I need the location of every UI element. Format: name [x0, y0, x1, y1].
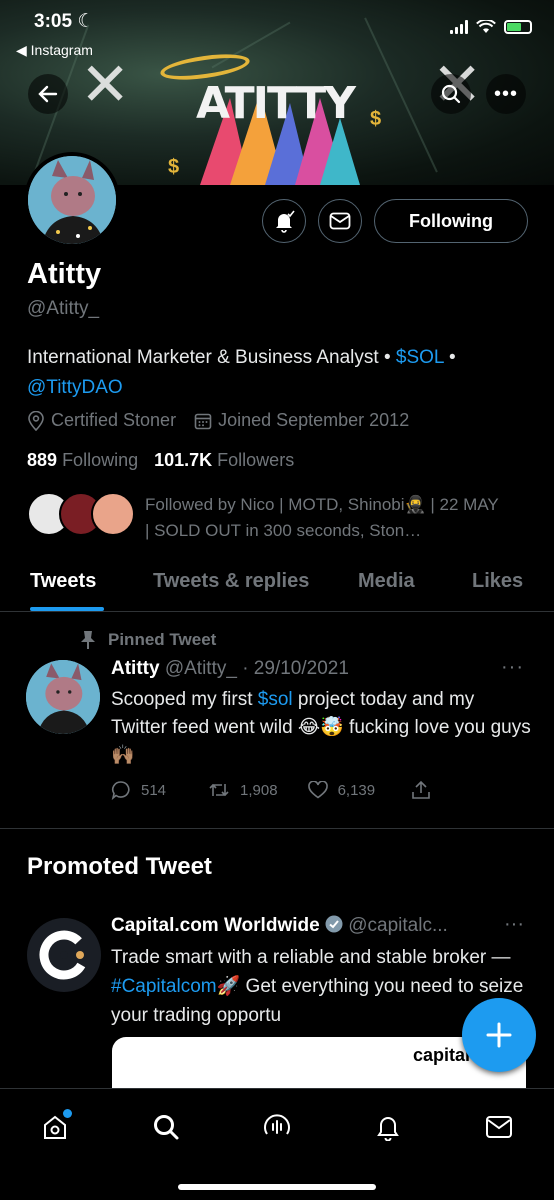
battery-icon	[504, 20, 532, 34]
system-icons	[450, 20, 532, 34]
status-bar: 3:05 ☾ ◀ Instagram	[0, 0, 554, 58]
search-icon	[441, 84, 461, 104]
like-button[interactable]: 6,139	[307, 780, 375, 800]
tab-tweets[interactable]: Tweets	[30, 570, 96, 593]
reply-icon	[111, 781, 130, 800]
following-button[interactable]: Following	[374, 199, 528, 243]
capital-logo-icon	[39, 930, 89, 980]
pin-icon	[81, 631, 95, 649]
tweet-more-button[interactable]: ···	[501, 656, 524, 679]
joined-item: Joined September 2012	[194, 410, 409, 431]
banner-dollar-sign: $	[168, 156, 180, 178]
tab-tweets-replies[interactable]: Tweets & replies	[153, 570, 309, 593]
arrow-left-icon	[38, 85, 58, 103]
plus-icon	[486, 1022, 512, 1048]
profile-avatar[interactable]	[24, 152, 120, 248]
followed-by-text[interactable]: Followed by Nico | MOTD, Shinobi🥷 | 22 M…	[145, 492, 505, 544]
bio-text: International Marketer & Business Analys…	[27, 347, 396, 368]
verified-badge-icon	[325, 915, 343, 933]
message-button[interactable]	[318, 199, 363, 243]
back-to-app-link[interactable]: ◀ Instagram	[16, 42, 93, 59]
compose-tweet-button[interactable]	[462, 998, 536, 1072]
promoted-more-button[interactable]: ···	[504, 913, 524, 936]
signal-icon	[450, 20, 468, 34]
joined-text: Joined September 2012	[218, 410, 410, 430]
retweet-icon	[209, 783, 229, 797]
back-button[interactable]	[28, 74, 68, 114]
search-icon	[154, 1115, 179, 1140]
nav-notifications[interactable]	[370, 1109, 406, 1145]
banner-art: ATITTY	[180, 58, 370, 185]
tab-media[interactable]: Media	[358, 570, 415, 593]
tweet-author-name[interactable]: Atitty	[111, 658, 160, 679]
tweet-body[interactable]: Scooped my first $sol project today and …	[111, 686, 531, 770]
bio-separator: •	[443, 347, 456, 368]
more-button[interactable]: •••	[486, 74, 526, 114]
reply-button[interactable]: 514	[111, 780, 166, 800]
nav-search[interactable]	[148, 1109, 184, 1145]
promoted-hashtag-link[interactable]: #Capitalcom	[111, 976, 217, 997]
divider	[0, 828, 554, 829]
tweet-actions: 514 1,908 6,139	[111, 780, 461, 800]
search-button[interactable]	[431, 74, 471, 114]
banner-x-mark: ✕	[80, 50, 131, 120]
calendar-icon	[194, 413, 212, 429]
home-notification-dot	[63, 1109, 72, 1118]
tweet-author-avatar[interactable]	[26, 660, 100, 734]
followed-by-avatars[interactable]	[27, 492, 135, 536]
promoted-author-avatar[interactable]	[27, 918, 101, 992]
promoted-card-logo-text: capital	[412, 1045, 470, 1065]
profile-tabs: Tweets Tweets & replies Media Likes	[0, 560, 554, 612]
avatar	[91, 492, 135, 536]
promoted-author-name[interactable]: Capital.com Worldwide	[111, 915, 320, 936]
profile-actions: Following	[262, 199, 528, 243]
pinned-label: Pinned Tweet	[80, 630, 216, 650]
tab-likes[interactable]: Likes	[472, 570, 523, 593]
bell-icon	[377, 1117, 399, 1141]
follow-counts: 889 Following 101.7K Followers	[27, 450, 294, 471]
bio-cashtag-link[interactable]: $SOL	[396, 347, 444, 368]
bio-mention-link[interactable]: @TittyDAO	[27, 377, 123, 398]
bell-check-icon	[276, 210, 295, 233]
envelope-icon	[329, 212, 351, 230]
nav-messages[interactable]	[481, 1109, 517, 1145]
retweet-button[interactable]: 1,908	[208, 780, 278, 800]
followers-count-link[interactable]: 101.7K Followers	[154, 450, 294, 471]
following-count-link[interactable]: 889 Following	[27, 450, 138, 471]
tweet-handle-date: @Atitty_ · 29/10/2021	[159, 658, 349, 679]
location-item: Certified Stoner	[27, 410, 176, 431]
profile-bio: International Marketer & Business Analys…	[27, 343, 527, 403]
share-button[interactable]	[411, 780, 431, 800]
share-icon	[412, 780, 430, 799]
promoted-header: Capital.com Worldwide @capitalc...	[111, 915, 448, 937]
active-tab-indicator	[30, 607, 104, 611]
spaces-icon	[264, 1114, 290, 1135]
location-pin-icon	[28, 410, 44, 431]
home-indicator	[178, 1184, 376, 1190]
location-text: Certified Stoner	[51, 410, 177, 430]
envelope-icon	[486, 1116, 512, 1138]
profile-name: Atitty	[27, 258, 102, 290]
tweet-header: Atitty @Atitty_ · 29/10/2021	[111, 658, 349, 680]
moon-icon: ☾	[77, 11, 95, 32]
nav-home[interactable]	[37, 1109, 73, 1145]
tweet-cashtag-link[interactable]: $sol	[258, 689, 293, 710]
promoted-handle: @capitalc...	[342, 915, 448, 936]
wifi-icon	[476, 20, 496, 33]
heart-icon	[307, 781, 328, 799]
profile-meta: Certified Stoner Joined September 2012	[27, 410, 409, 431]
more-dots-icon: •••	[493, 82, 518, 105]
nav-spaces[interactable]	[259, 1109, 295, 1145]
notifications-toggle-button[interactable]	[262, 199, 307, 243]
profile-handle: @Atitty_	[27, 298, 100, 319]
status-time: 3:05 ☾	[34, 11, 95, 32]
promoted-heading: Promoted Tweet	[27, 853, 212, 880]
banner-dollar-sign: $	[370, 108, 382, 130]
banner-title: ATITTY	[196, 78, 356, 129]
